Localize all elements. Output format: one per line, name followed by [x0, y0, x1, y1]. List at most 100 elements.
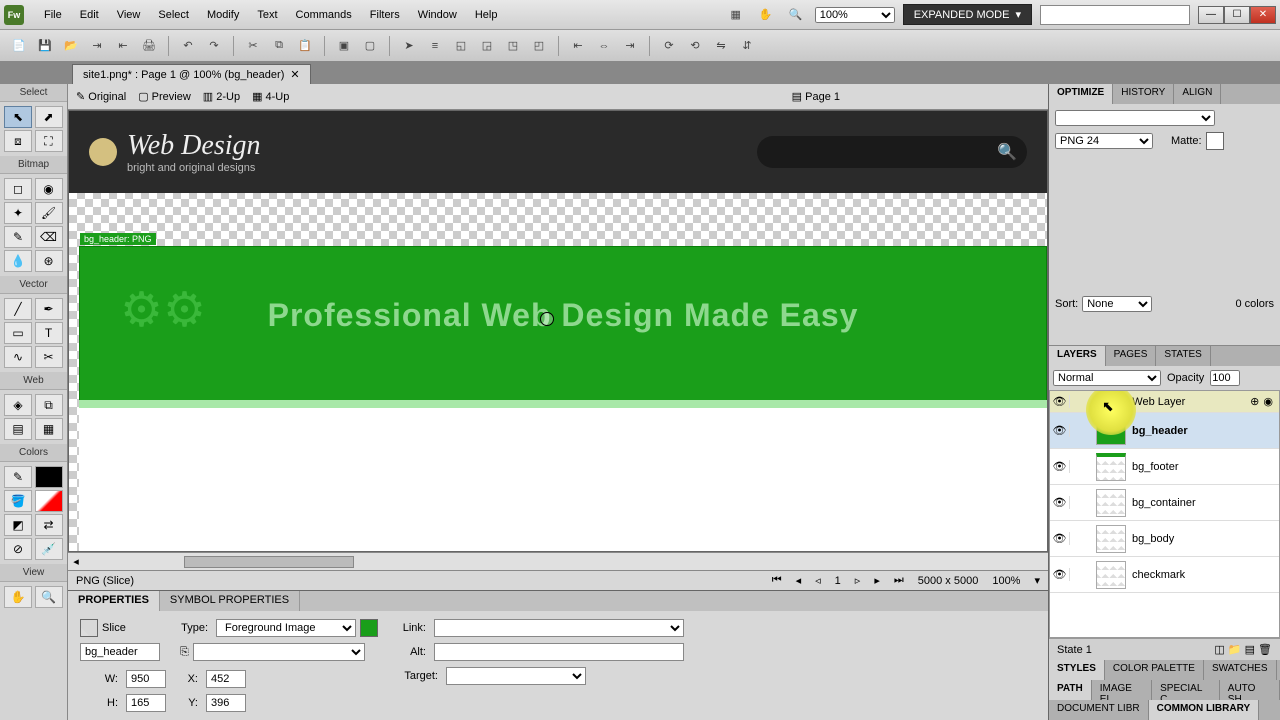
close-button[interactable]: ✕ — [1250, 6, 1276, 24]
hand-icon[interactable]: ✋ — [755, 4, 777, 26]
delete-layer-icon[interactable]: 🗑 — [1258, 644, 1272, 656]
document-tab[interactable]: site1.png* : Page 1 @ 100% (bg_header) ✕ — [72, 64, 311, 84]
page-indicator[interactable]: ▤ Page 1 — [792, 90, 840, 103]
radio-icon[interactable]: ◉ — [1263, 395, 1273, 408]
h-input[interactable] — [126, 694, 166, 712]
print-icon[interactable]: 🖨 — [138, 35, 160, 57]
align-left-icon[interactable]: ⇤ — [567, 35, 589, 57]
stamp-tool[interactable]: ⊛ — [35, 250, 63, 272]
horizontal-scrollbar[interactable]: ◂ — [68, 552, 1048, 570]
swap-colors[interactable]: ⇄ — [35, 514, 63, 536]
menu-file[interactable]: File — [36, 5, 70, 25]
bridge-icon[interactable]: ▦ — [725, 4, 747, 26]
hand-tool[interactable]: ✋ — [4, 586, 32, 608]
pointer-icon[interactable]: ➤ — [398, 35, 420, 57]
zoom-tool[interactable]: 🔍 — [35, 586, 63, 608]
opacity-input[interactable] — [1210, 370, 1240, 386]
nav-last-icon[interactable]: ⏭ — [894, 574, 904, 587]
menu-select[interactable]: Select — [150, 5, 197, 25]
nav-next-icon[interactable]: ▸ — [874, 574, 880, 587]
w-input[interactable] — [126, 670, 166, 688]
tab-states[interactable]: STATES — [1156, 346, 1210, 366]
brush-tool[interactable]: 🖌 — [35, 202, 63, 224]
tab-optimize[interactable]: OPTIMIZE — [1049, 84, 1113, 104]
tab-history[interactable]: HISTORY — [1113, 84, 1174, 104]
freeform-tool[interactable]: ∿ — [4, 346, 32, 368]
menu-edit[interactable]: Edit — [72, 5, 107, 25]
subselect-tool[interactable]: ⬈ — [35, 106, 63, 128]
tab-swatches[interactable]: SWATCHES — [1204, 660, 1277, 680]
new-layer-icon[interactable]: ▤ — [1245, 644, 1255, 656]
pointer-tool[interactable]: ⬉ — [4, 106, 32, 128]
redo-icon[interactable]: ↷ — [203, 35, 225, 57]
scale-tool[interactable]: ⛶ — [35, 130, 63, 152]
tab-symbol-properties[interactable]: SYMBOL PROPERTIES — [160, 591, 300, 611]
paste-icon[interactable]: 📋 — [294, 35, 316, 57]
type-select[interactable]: Foreground Image — [216, 619, 356, 637]
layer-row-bg-footer[interactable]: 👁 bg_footer — [1050, 449, 1279, 485]
sort-select[interactable]: None — [1082, 296, 1152, 312]
canvas-viewport[interactable]: Web Design bright and original designs 🔍… — [68, 110, 1048, 552]
tab-special[interactable]: SPECIAL C — [1152, 680, 1220, 700]
pen-tool[interactable]: ✒ — [35, 298, 63, 320]
matte-swatch[interactable] — [1206, 132, 1224, 150]
layer-row-bg-body[interactable]: 👁 bg_body — [1050, 521, 1279, 557]
workspace-switcher[interactable]: EXPANDED MODE▾ — [903, 4, 1032, 25]
zoom-select[interactable]: 100% — [815, 7, 895, 23]
cut-icon[interactable]: ✂ — [242, 35, 264, 57]
tab-styles[interactable]: STYLES — [1049, 660, 1105, 680]
nav-back-icon[interactable]: ◃ — [815, 574, 821, 587]
nofill-icon[interactable]: ⊘ — [4, 538, 32, 560]
arrange-back-icon[interactable]: ◰ — [528, 35, 550, 57]
target-select[interactable] — [446, 667, 586, 685]
tab-document-library[interactable]: DOCUMENT LIBR — [1049, 700, 1149, 720]
share-icon[interactable]: ⊕ — [1250, 395, 1259, 408]
new-icon[interactable]: 📄 — [8, 35, 30, 57]
view-preview[interactable]: ▢ Preview — [138, 90, 191, 103]
nav-fwd-icon[interactable]: ▹ — [855, 574, 861, 587]
ungroup-icon[interactable]: ▢ — [359, 35, 381, 57]
arrange-front-icon[interactable]: ◱ — [450, 35, 472, 57]
view-4up[interactable]: ▦ 4-Up — [252, 90, 289, 103]
tab-common-library[interactable]: COMMON LIBRARY — [1149, 700, 1260, 720]
tab-image-editing[interactable]: IMAGE EI — [1092, 680, 1152, 700]
blur-tool[interactable]: 💧 — [4, 250, 32, 272]
maximize-button[interactable]: ☐ — [1224, 6, 1250, 24]
minimize-button[interactable]: — — [1198, 6, 1224, 24]
stroke-color[interactable]: ✎ — [4, 466, 32, 488]
open-icon[interactable]: 📂 — [60, 35, 82, 57]
stroke-swatch[interactable] — [35, 466, 63, 488]
wand-tool[interactable]: ✦ — [4, 202, 32, 224]
export-icon[interactable]: ⎘ — [180, 646, 189, 659]
menu-commands[interactable]: Commands — [288, 5, 360, 25]
view-2up[interactable]: ▥ 2-Up — [203, 90, 240, 103]
export-select[interactable] — [193, 643, 365, 661]
visibility-icon[interactable]: 👁 — [1050, 568, 1070, 581]
flip-v-icon[interactable]: ⇵ — [736, 35, 758, 57]
hide-slice-tool[interactable]: ▤ — [4, 418, 32, 440]
align-icon[interactable]: ≡ — [424, 35, 446, 57]
layer-row-bg-container[interactable]: 👁 bg_container — [1050, 485, 1279, 521]
visibility-icon[interactable]: 👁 — [1050, 496, 1070, 509]
menu-modify[interactable]: Modify — [199, 5, 247, 25]
tab-properties[interactable]: PROPERTIES — [68, 591, 160, 611]
x-input[interactable] — [206, 670, 246, 688]
copy-icon[interactable]: ⧉ — [268, 35, 290, 57]
eraser-tool[interactable]: ⌫ — [35, 226, 63, 248]
arrange-forward-icon[interactable]: ◲ — [476, 35, 498, 57]
arrange-backward-icon[interactable]: ◳ — [502, 35, 524, 57]
eyedropper-tool[interactable]: 💉 — [35, 538, 63, 560]
alt-input[interactable] — [434, 643, 684, 661]
link-select[interactable] — [434, 619, 684, 637]
align-right-icon[interactable]: ⇥ — [619, 35, 641, 57]
default-colors[interactable]: ◩ — [4, 514, 32, 536]
zoom-icon[interactable]: 🔍 — [785, 4, 807, 26]
menu-view[interactable]: View — [109, 5, 149, 25]
fill-color[interactable]: 🪣 — [4, 490, 32, 512]
menu-window[interactable]: Window — [410, 5, 465, 25]
text-tool[interactable]: T — [35, 322, 63, 344]
flip-h-icon[interactable]: ⇋ — [710, 35, 732, 57]
knife-tool[interactable]: ✂ — [35, 346, 63, 368]
nav-prev-icon[interactable]: ◂ — [796, 574, 802, 587]
crop-tool[interactable]: ⧈ — [4, 130, 32, 152]
